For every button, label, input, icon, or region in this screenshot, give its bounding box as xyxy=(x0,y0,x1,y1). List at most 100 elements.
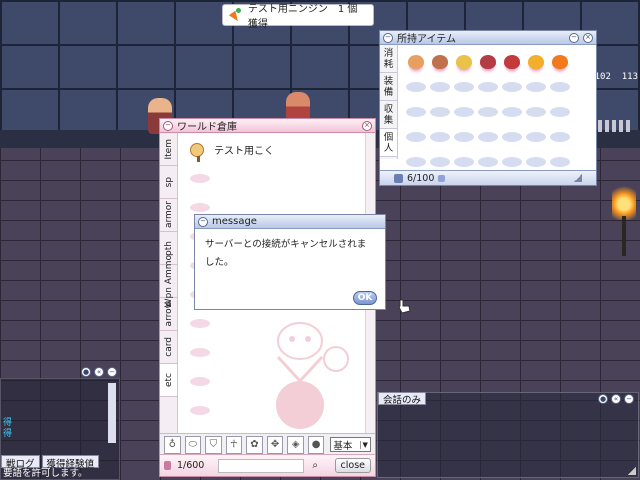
empty-slot-placeholder xyxy=(526,131,546,142)
inventory-slot-fruit-d[interactable] xyxy=(476,49,500,74)
coordinates-readout: 102 113 xyxy=(594,72,638,82)
inventory-slot-empty[interactable] xyxy=(476,99,500,124)
sort-icon[interactable] xyxy=(438,174,446,182)
storage-tab-label: etc xyxy=(163,372,174,387)
storage-count: 1/600 xyxy=(176,460,205,471)
inventory-tabs: 消耗装備収集個人 xyxy=(380,45,398,159)
inventory-slot-empty[interactable] xyxy=(500,99,524,124)
inventory-slot-empty[interactable] xyxy=(476,74,500,99)
inventory-slot-empty[interactable] xyxy=(476,124,500,149)
storage-empty-row[interactable] xyxy=(182,164,362,193)
settings-icon[interactable]: ● xyxy=(81,367,91,377)
minimize-icon[interactable]: − xyxy=(569,32,579,43)
inventory-slot-fruit-c[interactable] xyxy=(452,49,476,74)
torch-pole xyxy=(622,216,626,256)
filter-ankh-icon[interactable]: ☥ xyxy=(225,435,243,454)
bag-icon xyxy=(394,173,403,183)
empty-slot-placeholder xyxy=(190,174,210,183)
inventory-titlebar[interactable]: − 所持アイテム − × xyxy=(380,31,596,45)
chatlog-scrollbar[interactable] xyxy=(108,383,116,443)
empty-slot-placeholder xyxy=(550,131,570,142)
conversation-tab[interactable]: 会話のみ xyxy=(378,392,427,406)
inventory-slot-empty[interactable] xyxy=(428,124,452,149)
search-icon[interactable]: ⌕ xyxy=(310,460,321,471)
empty-slot-placeholder xyxy=(454,81,474,92)
minimize-icon[interactable]: − xyxy=(624,394,634,404)
inventory-tab-3[interactable]: 個人 xyxy=(380,129,397,157)
message-dialog[interactable]: − message サーバーとの接続がキャンセルされました。 OK xyxy=(194,214,386,310)
ok-button[interactable]: OK xyxy=(353,291,377,305)
inventory-tab-0[interactable]: 消耗 xyxy=(380,45,397,73)
storage-tab-0[interactable]: Item xyxy=(160,133,177,166)
storage-tab-1[interactable]: sp xyxy=(160,166,177,199)
inventory-window[interactable]: − 所持アイテム − × 消耗装備収集個人 6/100 xyxy=(379,30,597,186)
settings-icon[interactable]: ● xyxy=(598,394,608,404)
filter-select[interactable]: 基本 ▼ xyxy=(330,437,371,452)
filter-flower-icon[interactable]: ✿ xyxy=(246,435,263,454)
inventory-slot-empty[interactable] xyxy=(500,74,524,99)
empty-slot-placeholder xyxy=(454,156,474,167)
carrot-icon xyxy=(552,54,568,69)
message-title: message xyxy=(212,216,257,227)
filter-orb-icon[interactable]: ● xyxy=(307,435,325,454)
storage-titlebar[interactable]: − ワールド倉庫 × xyxy=(160,119,375,133)
storage-tab-7[interactable]: etc xyxy=(160,364,177,397)
inventory-slot-empty[interactable] xyxy=(428,99,452,124)
inventory-slot-empty[interactable] xyxy=(452,74,476,99)
fruit-b-icon xyxy=(432,54,448,69)
torch-flame xyxy=(612,180,636,220)
filter-potion-icon[interactable]: ♁ xyxy=(164,435,181,454)
empty-slot-placeholder xyxy=(502,106,522,117)
inventory-slot-fruit-a[interactable] xyxy=(404,49,428,74)
empty-slot-placeholder xyxy=(190,348,210,357)
inventory-slot-empty[interactable] xyxy=(524,74,548,99)
chatlog-line: 得 xyxy=(3,429,13,439)
inventory-tab-2[interactable]: 収集 xyxy=(380,101,397,129)
conversation-window[interactable]: 会話のみ ● « − xyxy=(377,392,639,478)
minimize-icon[interactable]: − xyxy=(107,367,117,377)
filter-shield-icon[interactable]: ⛉ xyxy=(205,435,222,454)
inventory-slot-empty[interactable] xyxy=(452,99,476,124)
storage-item-row[interactable]: テスト用こく xyxy=(182,135,362,164)
chatlog-controls: ● « − xyxy=(81,367,117,377)
empty-slot-placeholder xyxy=(526,156,546,167)
inventory-tab-1[interactable]: 装備 xyxy=(380,73,397,101)
filter-oval-icon[interactable]: ⬭ xyxy=(184,435,202,454)
inventory-slot-empty[interactable] xyxy=(404,124,428,149)
inventory-slot-carrot[interactable] xyxy=(548,49,572,74)
window-menu-icon[interactable]: − xyxy=(383,32,393,43)
storage-tab-6[interactable]: card xyxy=(160,331,177,364)
empty-slot-placeholder xyxy=(430,156,450,167)
inventory-slot-empty[interactable] xyxy=(548,74,572,99)
storage-tab-5[interactable]: arrow xyxy=(160,298,177,331)
close-icon[interactable]: × xyxy=(362,120,372,131)
inventory-slot-fruit-e[interactable] xyxy=(500,49,524,74)
inventory-slot-fruit-b[interactable] xyxy=(428,49,452,74)
inventory-slot-empty[interactable] xyxy=(524,124,548,149)
inventory-slot-empty[interactable] xyxy=(404,74,428,99)
inventory-slot-empty[interactable] xyxy=(548,99,572,124)
filter-diamond-icon[interactable]: ◈ xyxy=(287,435,304,454)
resize-grip-icon[interactable] xyxy=(628,467,636,475)
empty-slot-placeholder xyxy=(454,131,474,142)
inventory-slot-fruit-f[interactable] xyxy=(524,49,548,74)
resize-grip-icon[interactable] xyxy=(574,174,582,182)
filter-puzzle-icon[interactable]: ✥ xyxy=(266,435,284,454)
collapse-icon[interactable]: « xyxy=(611,394,621,404)
inventory-slot-empty[interactable] xyxy=(452,124,476,149)
chat-log-window[interactable]: ● « − 得得 戦ログ 獲得経験値 要語を許可します。 xyxy=(0,367,120,480)
inventory-slot-empty[interactable] xyxy=(548,124,572,149)
storage-tab-2[interactable]: armor xyxy=(160,199,177,232)
window-menu-icon[interactable]: − xyxy=(163,120,173,131)
inventory-slot-empty[interactable] xyxy=(524,99,548,124)
window-menu-icon[interactable]: − xyxy=(198,216,208,227)
storage-search-input[interactable] xyxy=(218,458,304,473)
close-icon[interactable]: × xyxy=(583,32,593,43)
inventory-slot-empty[interactable] xyxy=(404,99,428,124)
message-titlebar[interactable]: − message xyxy=(195,215,385,229)
collapse-icon[interactable]: « xyxy=(94,367,104,377)
storage-close-button[interactable]: close xyxy=(334,458,372,473)
inventory-slot-empty[interactable] xyxy=(428,74,452,99)
storage-tab-4[interactable]: Wpn Ammo xyxy=(160,255,177,307)
inventory-slot-empty[interactable] xyxy=(500,124,524,149)
